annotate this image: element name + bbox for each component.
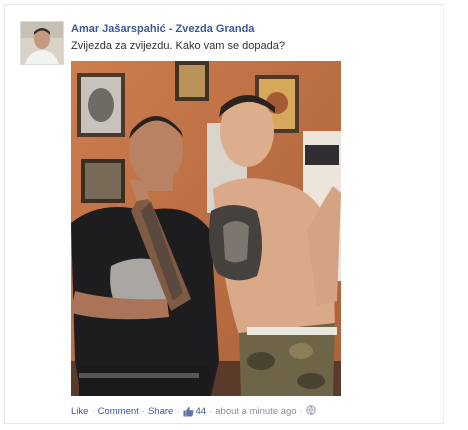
like-count[interactable]: 44 — [182, 406, 207, 417]
like-link[interactable]: Like — [71, 406, 88, 417]
comment-link[interactable]: Comment — [98, 406, 139, 417]
thumbs-up-icon — [182, 406, 194, 417]
separator-dot: · — [299, 406, 303, 417]
separator-dot: · — [141, 406, 145, 417]
post-message: Zvijezda za zvijezdu. Kako vam se dopada… — [71, 40, 286, 52]
post-actions-bar: Like · Comment · Share · 44 · about a mi… — [71, 405, 316, 418]
post-photo[interactable] — [71, 61, 341, 396]
share-link[interactable]: Share — [148, 406, 173, 417]
news-feed-post: Amar Jašarspahić - Zvezda Granda Zvijezd… — [4, 4, 444, 424]
separator-dot: · — [91, 406, 95, 417]
avatar-image — [21, 22, 63, 64]
separator-dot: · — [176, 406, 180, 417]
author-avatar[interactable] — [20, 21, 64, 65]
like-count-value: 44 — [195, 406, 207, 417]
post-author-link[interactable]: Amar Jašarspahić - Zvezda Granda — [71, 23, 254, 35]
tattoo-photo-image — [71, 61, 341, 396]
post-timestamp[interactable]: about a minute ago — [215, 406, 296, 417]
globe-icon[interactable] — [306, 405, 316, 418]
separator-dot: · — [209, 406, 213, 417]
